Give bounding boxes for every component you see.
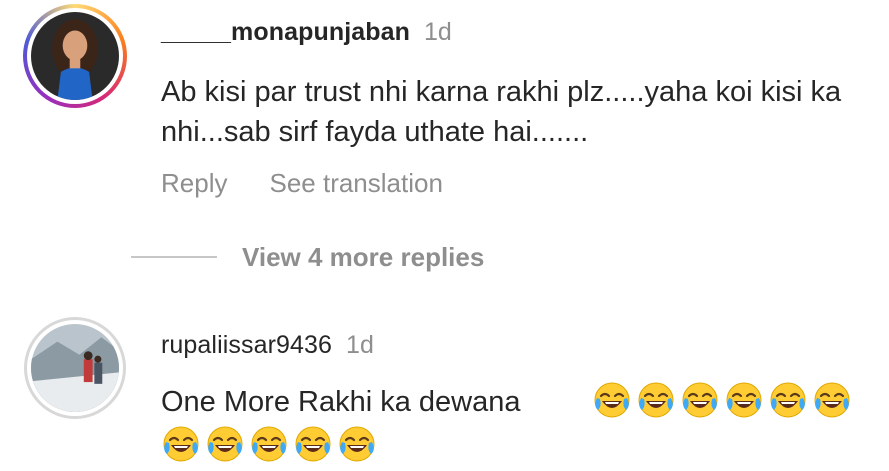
tears-of-joy-emoji-icon — [295, 426, 331, 462]
tears-of-joy-emoji-icon — [207, 426, 243, 462]
reply-button[interactable]: Reply — [161, 168, 227, 198]
comment-header: rupaliissar9436 1d — [161, 331, 374, 360]
username[interactable]: _____monapunjaban — [161, 18, 410, 46]
tears-of-joy-emoji-icon — [163, 426, 199, 462]
tears-of-joy-emoji-icon — [339, 426, 375, 462]
avatar-ring[interactable] — [24, 317, 126, 419]
see-translation-button[interactable]: See translation — [269, 168, 442, 198]
comment-text: One More Rakhi ka dewana — [161, 386, 521, 418]
tears-of-joy-emoji-icon — [594, 382, 630, 418]
emoji-row-2 — [161, 424, 377, 464]
timestamp: 1d — [424, 18, 452, 46]
avatar — [31, 324, 119, 412]
comment-text: Ab kisi par trust nhi karna rakhi plz...… — [161, 76, 842, 148]
tears-of-joy-emoji-icon — [814, 382, 850, 418]
tears-of-joy-emoji-icon — [638, 382, 674, 418]
username[interactable]: rupaliissar9436 — [161, 331, 332, 359]
tears-of-joy-emoji-icon — [682, 382, 718, 418]
comment-header: _____monapunjaban 1d — [161, 18, 452, 47]
view-more-replies-label[interactable]: View 4 more replies — [242, 242, 484, 273]
tears-of-joy-emoji-icon — [251, 426, 287, 462]
avatar-story-ring[interactable] — [23, 4, 127, 108]
tears-of-joy-emoji-icon — [770, 382, 806, 418]
divider-line — [131, 256, 217, 258]
comment-actions: Reply See translation — [161, 168, 485, 199]
view-more-replies[interactable]: View 4 more replies — [131, 237, 484, 277]
tears-of-joy-emoji-icon — [726, 382, 762, 418]
emoji-row-1 — [592, 380, 852, 420]
timestamp: 1d — [346, 331, 374, 359]
avatar — [31, 12, 119, 100]
